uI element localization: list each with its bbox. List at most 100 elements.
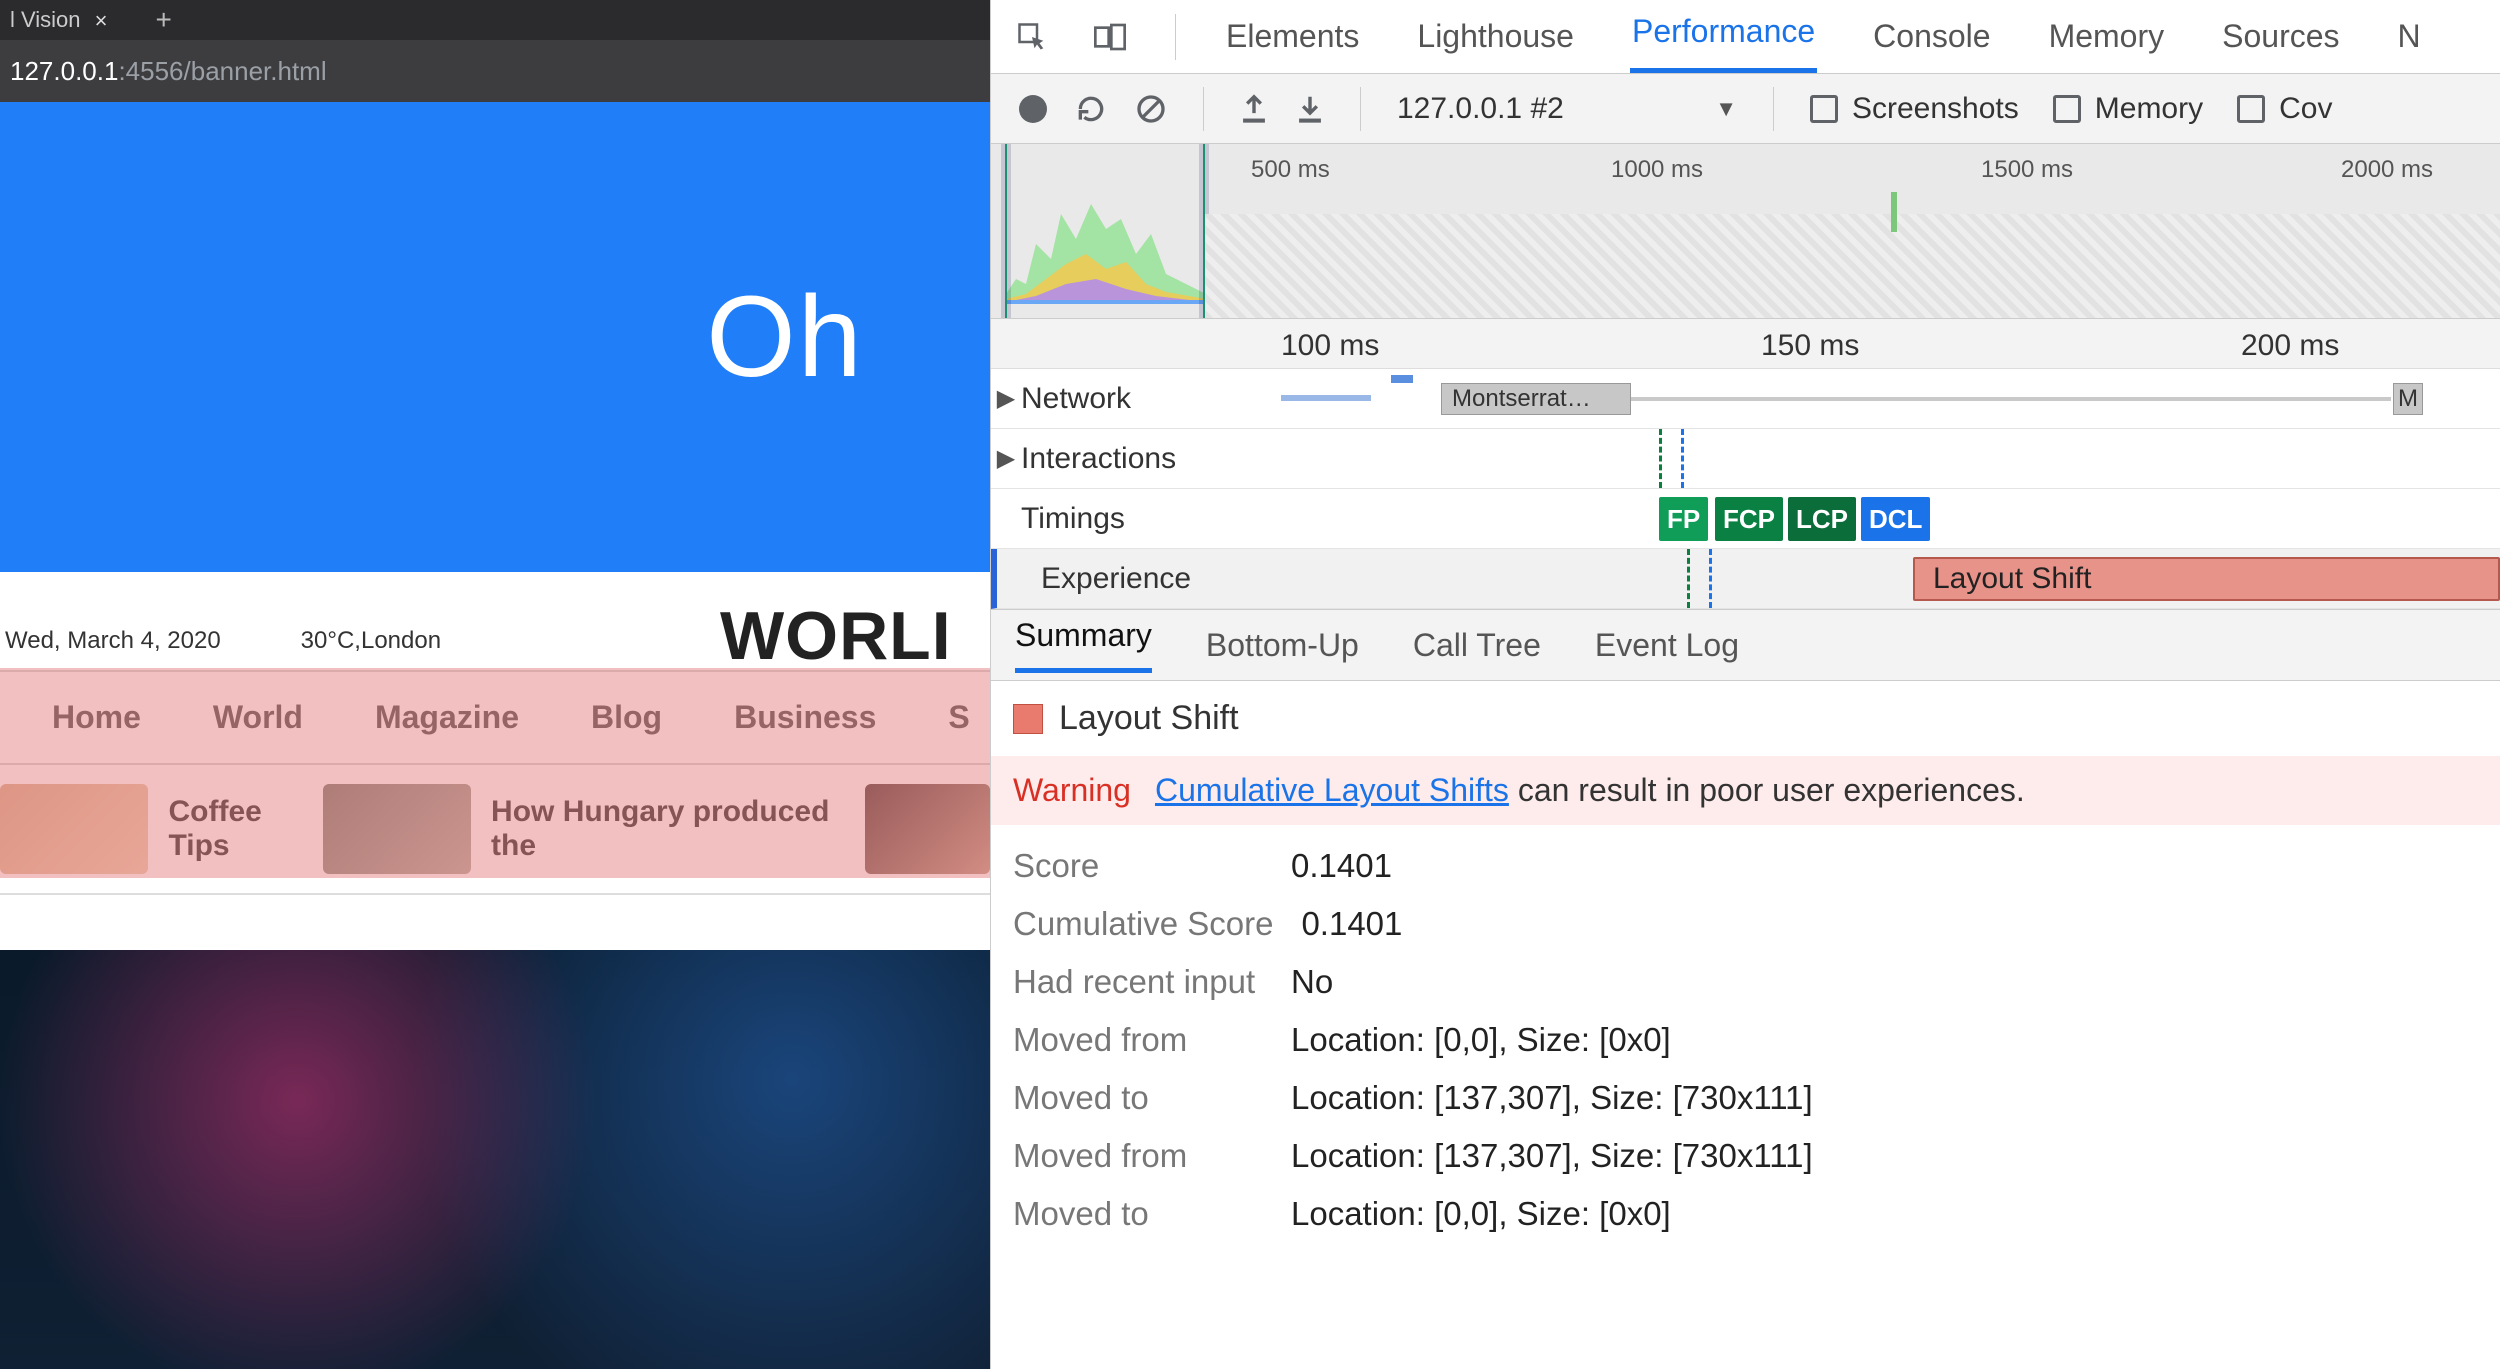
page-weather: 30°C,London: [301, 627, 441, 655]
disclosure-icon[interactable]: ▶: [991, 384, 1021, 413]
timing-guide: [1681, 429, 1684, 488]
overview-unrecorded: [1205, 214, 2500, 318]
track-label: Interactions: [1021, 442, 1281, 476]
event-swatch: [1013, 704, 1043, 734]
toolbar-checkbox[interactable]: Memory: [2053, 92, 2203, 126]
summary-tab[interactable]: Summary: [1015, 617, 1152, 673]
ruler-tick: 150 ms: [1761, 329, 1859, 363]
devtools-tab[interactable]: N: [2396, 18, 2423, 73]
toolbar-checkbox[interactable]: Cov: [2237, 92, 2332, 126]
flame-ruler[interactable]: 100 ms150 ms200 ms: [991, 319, 2500, 369]
article-title[interactable]: Coffee Tips: [168, 795, 302, 864]
summary-tab[interactable]: Call Tree: [1413, 627, 1541, 664]
devtools-panel: Elements Lighthouse Performance Console Memo…: [990, 0, 2500, 1369]
devtools-tab[interactable]: Console: [1871, 18, 1992, 73]
nav-item[interactable]: S: [948, 699, 969, 736]
devtools-tab[interactable]: Performance: [1630, 13, 1817, 73]
summary-title: Layout Shift: [1013, 699, 2478, 738]
selection-handle-left[interactable]: [1001, 144, 1011, 318]
track-experience[interactable]: Experience Layout Shift: [991, 549, 2500, 609]
timing-chip[interactable]: FCP: [1715, 497, 1783, 541]
ruler-tick: 1000 ms: [1611, 156, 1703, 184]
ruler-tick: 100 ms: [1281, 329, 1379, 363]
page-banner: Oh: [0, 102, 990, 572]
page-logo: WORLI: [720, 597, 952, 675]
nav-item[interactable]: Home: [52, 699, 141, 736]
timing-chip[interactable]: LCP: [1788, 497, 1856, 541]
summary-value: 0.1401: [1291, 847, 1392, 885]
devtools-tab[interactable]: Sources: [2220, 18, 2341, 73]
banner-text: Oh: [706, 271, 863, 403]
network-request[interactable]: M: [2393, 383, 2423, 415]
article-thumb[interactable]: [0, 784, 148, 874]
close-icon[interactable]: ×: [95, 8, 108, 34]
separator: [1360, 87, 1361, 131]
separator: [1203, 87, 1204, 131]
overview-marker: [1891, 192, 1897, 232]
url-path: /banner.html: [184, 56, 327, 87]
devtools-tab[interactable]: Elements: [1224, 18, 1361, 73]
nav-item[interactable]: Business: [734, 699, 876, 736]
checkbox-label: Screenshots: [1852, 92, 2019, 126]
summary-value: Location: [0,0], Size: [0x0]: [1291, 1195, 1671, 1233]
net-bar[interactable]: [1391, 375, 1413, 383]
separator: [1175, 14, 1176, 60]
ruler-tick: 2000 ms: [2341, 156, 2433, 184]
track-label: Timings: [1021, 502, 1281, 536]
layout-shift-event[interactable]: Layout Shift: [1913, 557, 2500, 601]
separator: [1773, 87, 1774, 131]
profile-select[interactable]: 127.0.0.1 #2 ▼: [1397, 92, 1737, 126]
devtools-tab[interactable]: Lighthouse: [1415, 18, 1576, 73]
download-icon[interactable]: [1296, 94, 1324, 124]
track-lane: Layout Shift: [1315, 549, 2500, 608]
article-thumb[interactable]: [323, 784, 471, 874]
record-button[interactable]: [1019, 95, 1047, 123]
article-title[interactable]: How Hungary produced the: [491, 795, 845, 864]
timing-chip[interactable]: DCL: [1861, 497, 1930, 541]
device-toggle-icon[interactable]: [1093, 20, 1127, 54]
summary-tab[interactable]: Bottom-Up: [1206, 627, 1359, 664]
checkbox-icon: [2237, 95, 2265, 123]
summary-pane: Layout Shift Warning Cumulative Layout S…: [991, 681, 2500, 1271]
ruler-tick: 500 ms: [1251, 156, 1330, 184]
browser-tab[interactable]: l Vision ×: [0, 0, 126, 40]
track-network[interactable]: ▶ Network Montserrat… M: [991, 369, 2500, 429]
overview-selection[interactable]: [1005, 144, 1205, 318]
summary-row: Had recent inputNo: [1013, 963, 2478, 1001]
performance-toolbar: 127.0.0.1 #2 ▼ Screenshots Memory Cov: [991, 74, 2500, 144]
inspect-icon[interactable]: [1015, 20, 1049, 54]
warning-rest: can result in poor user experiences.: [1509, 772, 2025, 808]
network-request[interactable]: Montserrat…: [1441, 383, 1631, 415]
summary-key: Moved to: [1013, 1195, 1263, 1233]
net-bar[interactable]: [1281, 395, 1371, 401]
timeline-overview[interactable]: 500 ms1000 ms1500 ms2000 ms: [991, 144, 2500, 319]
devtools-tab[interactable]: Memory: [2047, 18, 2167, 73]
checkbox-icon: [1810, 95, 1838, 123]
new-tab-button[interactable]: +: [156, 4, 172, 36]
summary-value: Location: [137,307], Size: [730x111]: [1291, 1079, 1813, 1117]
nav-item[interactable]: Blog: [591, 699, 662, 736]
warning-text: Cumulative Layout Shifts can result in p…: [1155, 772, 2025, 809]
devtools-tabbar: Elements Lighthouse Performance Console Memo…: [991, 0, 2500, 74]
article-thumb[interactable]: [865, 784, 990, 874]
summary-row: Cumulative Score0.1401: [1013, 905, 2478, 943]
browser-tabbar: l Vision × +: [0, 0, 990, 40]
disclosure-icon[interactable]: ▶: [991, 444, 1021, 473]
reload-button[interactable]: [1075, 93, 1107, 125]
warning-link[interactable]: Cumulative Layout Shifts: [1155, 772, 1509, 808]
track-interactions[interactable]: ▶ Interactions: [991, 429, 2500, 489]
summary-key: Score: [1013, 847, 1263, 885]
profile-select-label: 127.0.0.1 #2: [1397, 92, 1564, 126]
summary-key: Cumulative Score: [1013, 905, 1273, 943]
upload-icon[interactable]: [1240, 94, 1268, 124]
address-bar[interactable]: 127.0.0.1:4556/banner.html: [0, 40, 990, 102]
toolbar-checkbox[interactable]: Screenshots: [1810, 92, 2019, 126]
nav-item[interactable]: World: [213, 699, 303, 736]
timing-chip[interactable]: FP: [1659, 497, 1708, 541]
nav-item[interactable]: Magazine: [375, 699, 519, 736]
track-lane: [1281, 429, 2500, 488]
track-timings[interactable]: Timings FPFCPLCPDCL: [991, 489, 2500, 549]
hero-image: [0, 950, 990, 1369]
summary-tab[interactable]: Event Log: [1595, 627, 1739, 664]
clear-button[interactable]: [1135, 93, 1167, 125]
